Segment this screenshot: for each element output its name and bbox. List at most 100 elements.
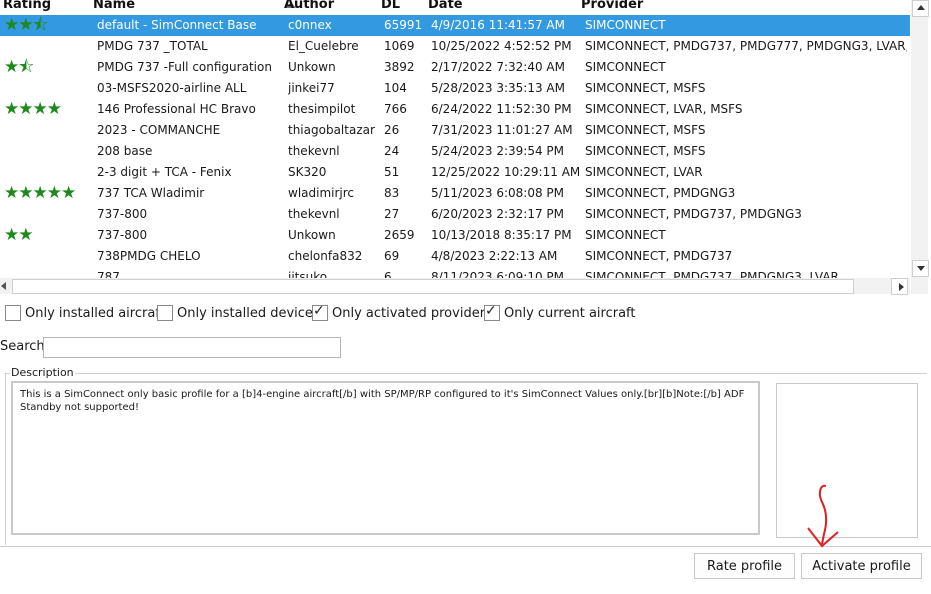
column-header-author[interactable]: Author — [284, 0, 334, 12]
table-row[interactable]: ★★★★★ 737 TCA Wladimir wladimirjrc 83 5/11/2… — [0, 183, 910, 204]
profile-name: 146 Professional HC Bravo — [97, 102, 256, 116]
profile-downloads: 766 — [384, 102, 407, 116]
column-header-rating[interactable]: Rating — [3, 0, 51, 12]
profile-downloads: 27 — [384, 207, 400, 221]
profile-downloads: 6 — [384, 270, 392, 278]
profile-author: jitsuko — [288, 270, 328, 278]
profile-author: thiagobaltazar — [288, 123, 375, 137]
rating-stars: ★★★★ — [4, 99, 61, 119]
profile-downloads: 69 — [384, 249, 400, 263]
profile-provider: SIMCONNECT, PMDG737, PMDGNG3 — [585, 207, 802, 221]
profile-date: 6/20/2023 2:32:17 PM — [431, 207, 565, 221]
profile-provider: SIMCONNECT, MSFS — [585, 123, 706, 137]
profile-provider: SIMCONNECT, PMDG737 — [585, 249, 733, 263]
profile-author: Unkown — [288, 228, 336, 242]
profile-author: c0nnex — [288, 18, 332, 32]
arrow-right-icon — [899, 283, 904, 291]
activate-profile-button[interactable]: Activate profile — [801, 553, 922, 579]
table-row[interactable]: 2023 - COMMANCHE thiagobaltazar 26 7/31/202… — [0, 120, 910, 141]
profile-date: 5/28/2023 3:35:13 AM — [431, 81, 565, 95]
filter-label: Only installed aircraft — [25, 306, 165, 321]
profile-provider: SIMCONNECT, MSFS — [585, 144, 706, 158]
profile-downloads: 65991 — [384, 18, 423, 32]
column-header-provider[interactable]: Provider — [581, 0, 643, 12]
profile-list[interactable]: ★★⯪ default - SimConnect Base c0nnex 65991 4… — [0, 15, 910, 278]
profile-downloads: 51 — [384, 165, 400, 179]
profile-downloads: 24 — [384, 144, 400, 158]
table-row[interactable]: 03-MSFS2020-airline ALL jinkei77 104 5/28/2… — [0, 78, 910, 99]
search-input[interactable] — [43, 337, 341, 358]
table-row[interactable]: 208 base thekevnl 24 5/24/2023 2:39:54 PM SI… — [0, 141, 910, 162]
checkbox[interactable]: ✓ — [484, 303, 500, 321]
rate-profile-button[interactable]: Rate profile — [694, 553, 795, 579]
annotation-arrow-icon — [807, 484, 839, 548]
column-header-dl[interactable]: DL — [381, 0, 400, 12]
profile-name: 2023 - COMMANCHE — [97, 123, 221, 137]
profile-provider: SIMCONNECT — [585, 60, 666, 74]
column-header-date[interactable]: Date — [428, 0, 463, 12]
divider — [0, 546, 931, 547]
profile-downloads: 1069 — [384, 39, 415, 53]
profile-author: thekevnl — [288, 144, 340, 158]
profile-provider: SIMCONNECT — [585, 228, 666, 242]
profile-author: SK320 — [288, 165, 327, 179]
table-row[interactable]: ★★ 737-800 Unkown 2659 10/13/2018 8:35:17 PM… — [0, 225, 910, 246]
filter-label: Only current aircraft — [504, 306, 636, 321]
profile-name: 2-3 digit + TCA - Fenix — [97, 165, 232, 179]
horizontal-scroll-thumb[interactable] — [12, 279, 854, 294]
checkbox[interactable]: ✓ — [312, 303, 328, 321]
profile-name: 03-MSFS2020-airline ALL — [97, 81, 247, 95]
table-row-selected[interactable]: ★★⯪ default - SimConnect Base c0nnex 65991 4… — [0, 15, 910, 36]
profile-downloads: 104 — [384, 81, 407, 95]
profile-author: wladimirjrc — [288, 186, 355, 200]
horizontal-scrollbar[interactable] — [0, 278, 910, 295]
profile-provider: SIMCONNECT, MSFS — [585, 81, 706, 95]
profile-date: 6/24/2022 11:52:30 PM — [431, 102, 572, 116]
profile-name: 737 TCA Wladimir — [97, 186, 205, 200]
filter-label: Only installed devices — [177, 306, 320, 321]
table-row[interactable]: 737-800 thekevnl 27 6/20/2023 2:32:17 PM SIM… — [0, 204, 910, 225]
scroll-up-button[interactable] — [912, 0, 929, 17]
table-row[interactable]: ★⯪ PMDG 737 -Full configuration Unkown 3892… — [0, 57, 910, 78]
profile-name: 787 — [97, 270, 120, 278]
check-icon: ✓ — [313, 303, 325, 319]
profile-date: 10/25/2022 4:52:52 PM — [431, 39, 572, 53]
profile-downloads: 26 — [384, 123, 400, 137]
column-header-name[interactable]: Name — [93, 0, 135, 12]
profile-provider: SIMCONNECT, PMDG737, PMDGNG3, LVAR — [585, 270, 839, 278]
profile-downloads: 83 — [384, 186, 400, 200]
profile-date: 12/25/2022 10:29:11 AM — [431, 165, 579, 179]
profile-name: PMDG 737 _TOTAL — [97, 39, 208, 53]
profile-date: 5/24/2023 2:39:54 PM — [431, 144, 565, 158]
profile-name: 208 base — [97, 144, 153, 158]
rating-stars: ★⯪ — [4, 57, 34, 77]
search-label: Search — [0, 339, 45, 354]
profile-date: 8/11/2023 6:09:10 PM — [431, 270, 565, 278]
table-row[interactable]: 2-3 digit + TCA - Fenix SK320 51 12/25/2022… — [0, 162, 910, 183]
checkbox[interactable] — [5, 305, 21, 321]
profile-provider: SIMCONNECT, PMDGNG3 — [585, 186, 736, 200]
profile-downloads: 2659 — [384, 228, 415, 242]
profile-date: 10/13/2018 8:35:17 PM — [431, 228, 572, 242]
profile-provider: SIMCONNECT, PMDG737, PMDG777, PMDGNG3, L… — [585, 39, 907, 53]
profile-date: 4/9/2016 11:41:57 AM — [431, 18, 565, 32]
table-row[interactable]: 787 jitsuko 6 8/11/2023 6:09:10 PM SIMCONNEC… — [0, 267, 910, 278]
scroll-down-button[interactable] — [912, 260, 929, 277]
table-row[interactable]: ★★★★ 146 Professional HC Bravo thesimpilot… — [0, 99, 910, 120]
profile-author: thekevnl — [288, 207, 340, 221]
scroll-right-button[interactable] — [891, 278, 908, 295]
vertical-scrollbar[interactable] — [911, 0, 929, 277]
profile-provider: SIMCONNECT — [585, 18, 666, 32]
arrow-down-icon — [917, 266, 925, 271]
check-icon: ✓ — [485, 303, 497, 319]
checkbox[interactable] — [157, 305, 173, 321]
profile-author: El_Cuelebre — [288, 39, 359, 53]
rating-stars: ★★ — [4, 225, 33, 245]
profile-downloads: 3892 — [384, 60, 415, 74]
arrow-left-icon[interactable] — [1, 282, 6, 290]
table-row[interactable]: PMDG 737 _TOTAL El_Cuelebre 1069 10/25/2022… — [0, 36, 910, 57]
profile-name: 738PMDG CHELO — [97, 249, 201, 263]
table-row[interactable]: 738PMDG CHELO chelonfa832 69 4/8/2023 2:22:… — [0, 246, 910, 267]
arrow-up-icon — [917, 5, 925, 10]
description-text[interactable]: This is a SimConnect only basic profile … — [11, 381, 760, 535]
